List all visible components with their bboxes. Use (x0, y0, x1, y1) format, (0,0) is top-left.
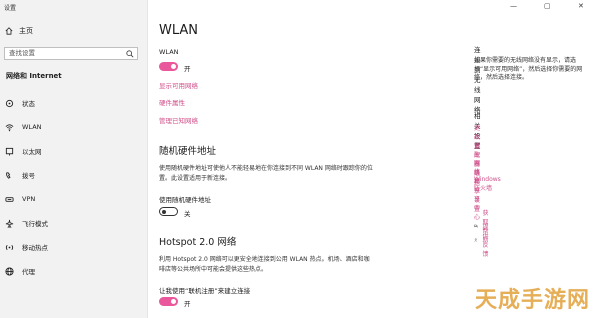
minimize-button[interactable]: — (510, 2, 517, 10)
hotspot-toggle-state: 开 (184, 300, 191, 308)
hotspot-icon (5, 244, 14, 250)
hotspot-toggle-label: 让我使用“联机注册”来建立连接 (159, 287, 251, 295)
feedback-link[interactable]: 提供反馈 (474, 222, 493, 258)
status-icon (5, 99, 14, 107)
sidebar-item-dialup[interactable]: 拨号 (0, 163, 148, 187)
page-title: WLAN (159, 23, 199, 38)
sidebar-section-title: 网络和 Internet (6, 72, 62, 80)
maximize-button[interactable]: ▢ (544, 2, 551, 10)
main-content: — ▢ ✕ WLAN WLAN 开 显示可用网络 硬件属性 管理已知网络 随机硬… (148, 0, 596, 318)
home-label: 主页 (19, 27, 33, 35)
sidebar-item-label: 以太网 (22, 148, 42, 156)
vpn-icon (5, 196, 14, 202)
sidebar: 设置 主页 查找设置 网络和 Internet 状态 WLAN 以太网 拨号 V… (0, 0, 148, 318)
random-address-toggle-state: 关 (184, 210, 191, 218)
home-icon (5, 27, 13, 35)
show-available-networks-link[interactable]: 显示可用网络 (159, 80, 198, 90)
hardware-properties-link[interactable]: 硬件属性 (159, 97, 185, 107)
wlan-toggle-label: WLAN (159, 48, 179, 56)
sidebar-item-ethernet[interactable]: 以太网 (0, 139, 148, 163)
sidebar-item-label: 代理 (22, 268, 35, 276)
close-button[interactable]: ✕ (578, 2, 584, 10)
connect-description: 如果你需要的无线网络没有显示，请选择“显示可用网络”，然后选择你需要的网络，然后… (474, 57, 583, 81)
feedback-label: 提供反馈 (482, 224, 489, 258)
random-address-description: 使用随机硬件地址可使他人不能轻易地在你连接到不同 WLAN 网络时跟踪你的位置。… (159, 165, 373, 182)
hotspot-toggle[interactable] (159, 297, 178, 306)
sidebar-item-label: VPN (22, 195, 36, 203)
window-title: 设置 (4, 5, 17, 12)
sidebar-item-label: WLAN (22, 123, 42, 131)
hotspot-heading: Hotspot 2.0 网络 (159, 237, 237, 248)
wlan-toggle-state: 开 (184, 65, 191, 73)
wifi-icon (5, 123, 14, 131)
globe-icon (5, 266, 14, 276)
wlan-toggle[interactable] (159, 62, 178, 71)
search-input[interactable]: 查找设置 (4, 47, 138, 60)
sidebar-item-label: 移动热点 (22, 244, 48, 252)
sidebar-nav: 状态 WLAN 以太网 拨号 VPN 飞行模式 移动热点 代理 (0, 91, 148, 283)
manage-known-networks-link[interactable]: 管理已知网络 (159, 115, 198, 125)
random-address-toggle[interactable] (159, 207, 178, 216)
random-address-toggle-label: 使用随机硬件地址 (159, 196, 211, 204)
sidebar-item-label: 状态 (22, 100, 35, 108)
hotspot-description: 利用 Hotspot 2.0 网络可以更安全地连接到公用 WLAN 热点。机场、… (159, 256, 370, 273)
airplane-icon (5, 219, 14, 227)
feedback-icon (474, 238, 478, 242)
sidebar-item-vpn[interactable]: VPN (0, 187, 148, 211)
search-icon (126, 50, 134, 58)
random-address-heading: 随机硬件地址 (159, 146, 217, 157)
sidebar-item-status[interactable]: 状态 (0, 91, 148, 115)
ethernet-icon (5, 147, 14, 156)
home-nav-item[interactable]: 主页 (5, 26, 33, 36)
sidebar-item-wlan[interactable]: WLAN (0, 115, 148, 139)
sidebar-item-label: 拨号 (22, 172, 35, 180)
site-watermark: 天成手游网 (474, 288, 590, 313)
search-placeholder: 查找设置 (9, 49, 35, 57)
sidebar-item-label: 飞行模式 (22, 220, 48, 228)
sidebar-item-hotspot[interactable]: 移动热点 (0, 235, 148, 259)
windows-firewall-link[interactable]: Windows 防火墙 (474, 176, 501, 192)
sidebar-item-proxy[interactable]: 代理 (0, 259, 148, 283)
dialup-icon (6, 171, 11, 179)
sidebar-item-airplane[interactable]: 飞行模式 (0, 211, 148, 235)
